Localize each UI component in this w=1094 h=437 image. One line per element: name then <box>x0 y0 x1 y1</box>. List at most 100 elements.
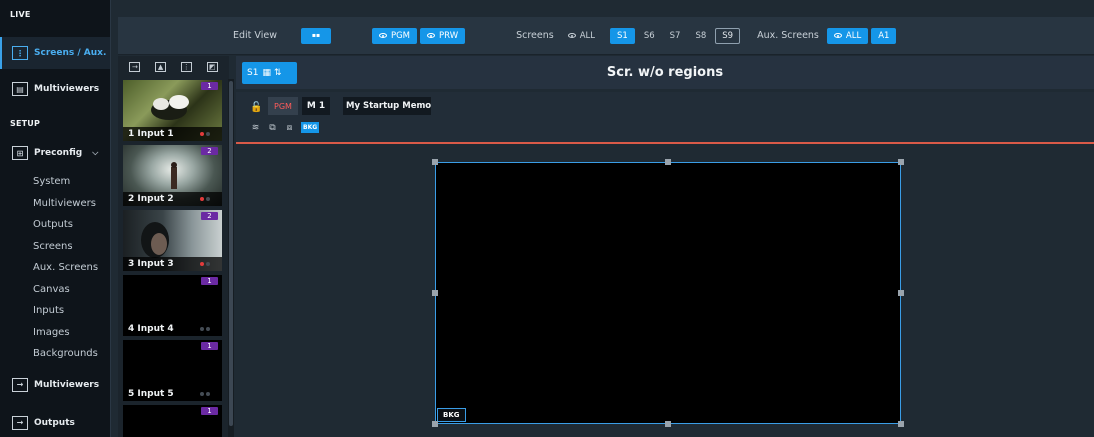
aux-all-button[interactable]: ALL <box>826 27 869 44</box>
aux-screens-label: Aux. Screens <box>757 30 819 41</box>
layout-icon[interactable]: ◩ <box>206 62 218 72</box>
sub-item-multiviewers[interactable]: Multiviewers <box>0 193 110 215</box>
nav-outputs-bottom-label: Outputs <box>34 417 75 428</box>
preconfig-icon: ⊞ <box>12 146 28 160</box>
top-toolbar: Edit View ▪▪ PGM PRW Screens ALL S1 S6 S… <box>118 17 1094 55</box>
pgm-toggle-label: PGM <box>390 30 411 41</box>
image-icon[interactable]: ▲ <box>155 62 167 72</box>
sub-item-outputs[interactable]: Outputs <box>0 214 110 236</box>
prw-toggle-label: PRW <box>439 30 459 41</box>
memory-name[interactable]: My Startup Memor <box>343 97 431 115</box>
input-tools: → ▲ ⋮ ◩ <box>118 56 229 78</box>
input-number-badge: 1 <box>201 407 218 415</box>
screens-all-button[interactable]: ALL <box>562 28 601 44</box>
nav-multiviewers-bottom-label: Multiviewers <box>34 379 100 390</box>
input-thumb-4[interactable]: 1 4 Input 4 <box>123 275 222 336</box>
sub-item-backgrounds[interactable]: Backgrounds <box>0 343 110 365</box>
memory-number[interactable]: M 1 <box>302 97 330 115</box>
screen-button-s8[interactable]: S8 <box>689 28 712 44</box>
resize-handle-br[interactable] <box>898 421 904 427</box>
input-number-badge: 1 <box>201 82 218 90</box>
screen-editor: S1 ▦ ⇅ Scr. w/o regions 🔓 PGM M 1 My Sta… <box>236 56 1094 437</box>
input-number-badge: 1 <box>201 342 218 350</box>
screen-button-s6[interactable]: S6 <box>638 28 661 44</box>
sub-item-system[interactable]: System <box>0 171 110 193</box>
input-status-dots <box>200 197 210 201</box>
inputs-scrollbar-thumb[interactable] <box>229 81 233 426</box>
screen-button-s1[interactable]: S1 <box>610 27 635 44</box>
input-thumb-1[interactable]: 1 1 Input 1 <box>123 80 222 141</box>
eye-icon <box>567 33 576 38</box>
resize-handle-tl[interactable] <box>432 159 438 165</box>
input-thumb-5[interactable]: 1 5 Input 5 <box>123 340 222 401</box>
screens-all-label: ALL <box>579 30 596 41</box>
live-section-header: LIVE <box>10 9 31 19</box>
left-sidebar: LIVE ⋮ Screens / Aux. ▤ Multiviewers SET… <box>0 0 111 437</box>
resize-handle-tm[interactable] <box>665 159 671 165</box>
nav-outputs-bottom[interactable]: → Outputs <box>0 407 110 437</box>
chevron-down-icon[interactable]: ⌵ <box>92 148 98 158</box>
input-thumb-2[interactable]: 2 2 Input 2 <box>123 145 222 206</box>
resize-handle-bm[interactable] <box>665 421 671 427</box>
inputs-panel: → ▲ ⋮ ◩ 1 1 Input 1 2 2 Input 2 2 3 Inpu… <box>118 56 229 437</box>
nav-preconfig[interactable]: ⊞ Preconfig ⌵ <box>0 137 110 169</box>
canvas-bkg-tag[interactable]: BKG <box>437 408 466 422</box>
arrow-right-box-icon: → <box>12 377 28 392</box>
pgm-button[interactable]: PGM <box>268 97 298 115</box>
resize-handle-tr[interactable] <box>898 159 904 165</box>
layers-icon[interactable]: ≋ <box>250 122 261 133</box>
sub-item-inputs[interactable]: Inputs <box>0 300 110 322</box>
input-status-dots <box>200 262 210 266</box>
resize-handle-mr[interactable] <box>898 290 904 296</box>
paste-icon[interactable]: ⧈ <box>284 122 295 133</box>
aux-all-label: ALL <box>845 30 862 41</box>
sub-item-images[interactable]: Images <box>0 322 110 344</box>
nav-multiviewers-live[interactable]: ▤ Multiviewers <box>0 73 110 105</box>
resize-handle-ml[interactable] <box>432 290 438 296</box>
edit-view-label: Edit View <box>233 30 277 41</box>
eye-icon <box>833 33 842 38</box>
screen-title: Scr. w/o regions <box>606 65 724 80</box>
eye-icon <box>378 33 387 38</box>
screens-icon: ⋮ <box>12 46 28 60</box>
input-status-dots <box>200 327 210 331</box>
import-icon[interactable]: → <box>129 62 141 72</box>
resize-handle-bl[interactable] <box>432 421 438 427</box>
nav-screens-aux-label: Screens / Aux. <box>34 48 107 58</box>
sub-item-canvas[interactable]: Canvas <box>0 279 110 301</box>
screen-button-s9[interactable]: S9 <box>715 27 741 44</box>
input-number-badge: 2 <box>201 147 218 155</box>
screen-button-s7[interactable]: S7 <box>664 28 687 44</box>
sub-item-aux-screens[interactable]: Aux. Screens <box>0 257 110 279</box>
arrow-right-box-icon: → <box>12 415 28 430</box>
input-number-badge: 2 <box>201 212 218 220</box>
setup-section-header: SETUP <box>10 118 41 128</box>
bkg-chip[interactable]: BKG <box>301 122 320 133</box>
copy-icon[interactable]: ⧉ <box>267 122 278 133</box>
nav-multiviewers-label: Multiviewers <box>34 84 100 94</box>
edit-view-button[interactable]: ▪▪ <box>300 27 331 44</box>
multiviewer-icon: ▤ <box>12 82 28 96</box>
nav-screens-aux[interactable]: ⋮ Screens / Aux. <box>0 37 110 69</box>
aux-screen-button-a1[interactable]: A1 <box>871 27 897 44</box>
input-number-badge: 1 <box>201 277 218 285</box>
lock-icon[interactable]: 🔓 <box>250 102 262 113</box>
preconfig-subitems: System Multiviewers Outputs Screens Aux.… <box>0 171 110 365</box>
input-status-dots <box>200 132 210 136</box>
input-thumb-3[interactable]: 2 3 Input 3 <box>123 210 222 271</box>
inputs-scrollbar[interactable] <box>228 79 234 437</box>
memory-row: 🔓 PGM M 1 My Startup Memor ≋ ⧉ ⧈ BKG <box>236 92 1094 144</box>
eye-icon <box>427 33 436 38</box>
editor-header: S1 ▦ ⇅ Scr. w/o regions <box>236 56 1094 89</box>
screen-canvas[interactable]: BKG <box>435 162 901 424</box>
input-thumb-6[interactable]: 1 <box>123 405 222 437</box>
pgm-toggle-button[interactable]: PGM <box>371 27 418 44</box>
nav-preconfig-label: Preconfig <box>34 148 83 158</box>
frame-icon[interactable]: ⋮ <box>180 62 192 72</box>
input-status-dots <box>200 392 210 396</box>
screens-label: Screens <box>516 30 554 41</box>
nav-multiviewers-bottom[interactable]: → Multiviewers <box>0 369 110 401</box>
sub-item-screens[interactable]: Screens <box>0 236 110 258</box>
top-strip <box>111 0 1094 12</box>
prw-toggle-button[interactable]: PRW <box>420 27 466 44</box>
